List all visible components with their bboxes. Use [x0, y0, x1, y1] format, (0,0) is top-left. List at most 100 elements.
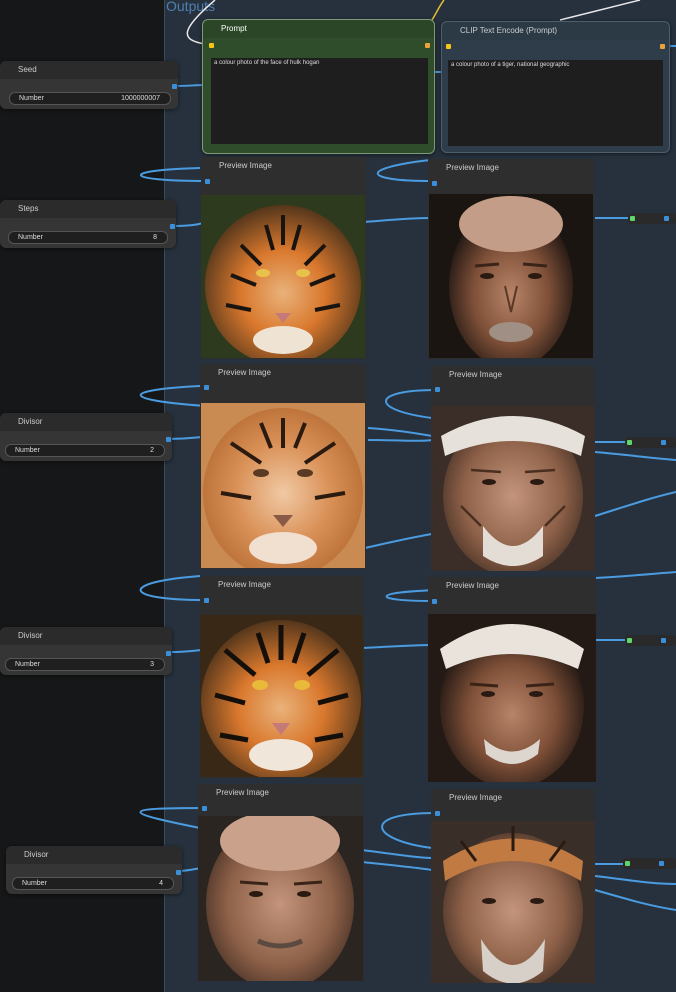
- clip-input-wire: [431, 0, 445, 21]
- node-title: Steps: [0, 200, 176, 218]
- preview-link-wire: [385, 389, 437, 419]
- image-link-wire: [594, 571, 676, 579]
- preview-link-wire: [377, 159, 433, 182]
- image-link-wire: [594, 451, 676, 461]
- output-slot[interactable]: [166, 437, 171, 442]
- preview-image-node[interactable]: Preview Image: [428, 159, 594, 359]
- node-title: Preview Image: [198, 784, 364, 802]
- input-slot[interactable]: [630, 216, 635, 221]
- node-title: Preview Image: [200, 576, 364, 594]
- preview-image-node[interactable]: Preview Image: [200, 576, 364, 778]
- widget-value: 1000000007: [121, 95, 160, 102]
- input-slot[interactable]: [209, 43, 214, 48]
- preview-link-wire: [139, 385, 207, 407]
- input-slot[interactable]: [202, 806, 207, 811]
- divisor-link-wire: [169, 649, 203, 653]
- input-slot[interactable]: [435, 387, 440, 392]
- preview-image-node[interactable]: Preview Image: [431, 789, 595, 983]
- output-slot[interactable]: [425, 43, 430, 48]
- image-link-wire: [594, 875, 676, 885]
- input-slot[interactable]: [625, 861, 630, 866]
- preview-link-wire: [139, 807, 205, 829]
- node-title: Preview Image: [431, 366, 595, 384]
- preview-image-node[interactable]: Preview Image: [198, 784, 364, 981]
- divisor-node[interactable]: Divisor Number 3: [0, 627, 172, 675]
- widget-value: 4: [159, 880, 163, 887]
- seed-number-widget[interactable]: Number 1000000007: [9, 92, 171, 105]
- input-slot[interactable]: [432, 599, 437, 604]
- input-slot[interactable]: [446, 44, 451, 49]
- output-slot[interactable]: [664, 216, 669, 221]
- node-title: Preview Image: [428, 577, 596, 595]
- preview-image-tiger: [201, 195, 365, 358]
- image-link-wire: [361, 861, 433, 871]
- yellow-wires: [431, 0, 445, 21]
- image-link-wire: [594, 889, 676, 911]
- output-slot[interactable]: [659, 861, 664, 866]
- preview-link-wire: [381, 812, 436, 849]
- output-slot[interactable]: [661, 638, 666, 643]
- preview-image-tiger: [201, 403, 365, 568]
- input-slot[interactable]: [432, 181, 437, 186]
- image-link-wire: [367, 439, 433, 442]
- widget-value: 3: [150, 661, 154, 668]
- widget-value: 2: [150, 447, 154, 454]
- output-slot[interactable]: [166, 651, 171, 656]
- widget-label: Number: [19, 95, 44, 102]
- preview-image-node[interactable]: Preview Image: [200, 364, 366, 569]
- node-title: CLIP Text Encode (Prompt): [442, 22, 669, 40]
- collapsed-node[interactable]: [625, 437, 676, 448]
- node-title: Preview Image: [428, 159, 594, 177]
- preview-image-tiger: [200, 615, 363, 777]
- prompt-text-area[interactable]: a colour photo of the face of hulk hogan: [211, 58, 428, 144]
- output-slot[interactable]: [176, 870, 181, 875]
- preview-image-man: [431, 406, 595, 571]
- output-slot[interactable]: [172, 84, 177, 89]
- divisor-link-wire: [167, 436, 205, 440]
- divisor-node[interactable]: Divisor Number 4: [6, 846, 182, 894]
- node-title: Preview Image: [200, 364, 366, 382]
- prompt-node[interactable]: Prompt a colour photo of the face of hul…: [202, 19, 435, 154]
- steps-number-widget[interactable]: Number 8: [8, 231, 168, 244]
- input-slot[interactable]: [627, 638, 632, 643]
- seed-node[interactable]: Seed Number 1000000007: [0, 61, 178, 109]
- divisor-number-widget[interactable]: Number 3: [5, 658, 165, 671]
- input-slot[interactable]: [205, 179, 210, 184]
- divisor-number-widget[interactable]: Number 2: [5, 444, 165, 457]
- preview-image-man: [429, 194, 593, 358]
- output-slot[interactable]: [170, 224, 175, 229]
- input-slot[interactable]: [204, 385, 209, 390]
- preview-image-node[interactable]: Preview Image: [431, 366, 595, 571]
- clip-text-area[interactable]: a colour photo of a tiger, national geog…: [448, 60, 663, 146]
- collapsed-node[interactable]: [625, 635, 676, 646]
- input-slot[interactable]: [435, 811, 440, 816]
- image-link-wire: [594, 491, 676, 517]
- image-link-wire: [361, 849, 433, 859]
- model-link-wire: [559, 0, 641, 21]
- node-title: Seed: [0, 61, 178, 79]
- preview-image-node[interactable]: Preview Image: [428, 577, 596, 782]
- preview-image-man: [198, 816, 363, 981]
- node-title: Prompt: [203, 20, 434, 38]
- widget-label: Number: [15, 661, 40, 668]
- preview-link-wire: [139, 575, 206, 601]
- seed-link-wire: [175, 84, 206, 87]
- collapsed-node[interactable]: [628, 213, 676, 224]
- node-title: Divisor: [0, 627, 172, 645]
- widget-label: Number: [15, 447, 40, 454]
- preview-image-node[interactable]: Preview Image: [201, 157, 366, 359]
- node-title: Preview Image: [201, 157, 366, 175]
- divisor-node[interactable]: Divisor Number 2: [0, 413, 172, 461]
- clip-text-encode-node[interactable]: CLIP Text Encode (Prompt) a colour photo…: [441, 21, 670, 153]
- collapsed-node[interactable]: [623, 858, 676, 869]
- node-title: Divisor: [6, 846, 182, 864]
- widget-label: Number: [22, 880, 47, 887]
- output-slot[interactable]: [660, 44, 665, 49]
- input-slot[interactable]: [204, 598, 209, 603]
- output-slot[interactable]: [661, 440, 666, 445]
- preview-link-wire: [139, 167, 208, 182]
- divisor-number-widget[interactable]: Number 4: [12, 877, 174, 890]
- steps-node[interactable]: Steps Number 8: [0, 200, 176, 248]
- preview-image-man: [428, 614, 596, 782]
- input-slot[interactable]: [627, 440, 632, 445]
